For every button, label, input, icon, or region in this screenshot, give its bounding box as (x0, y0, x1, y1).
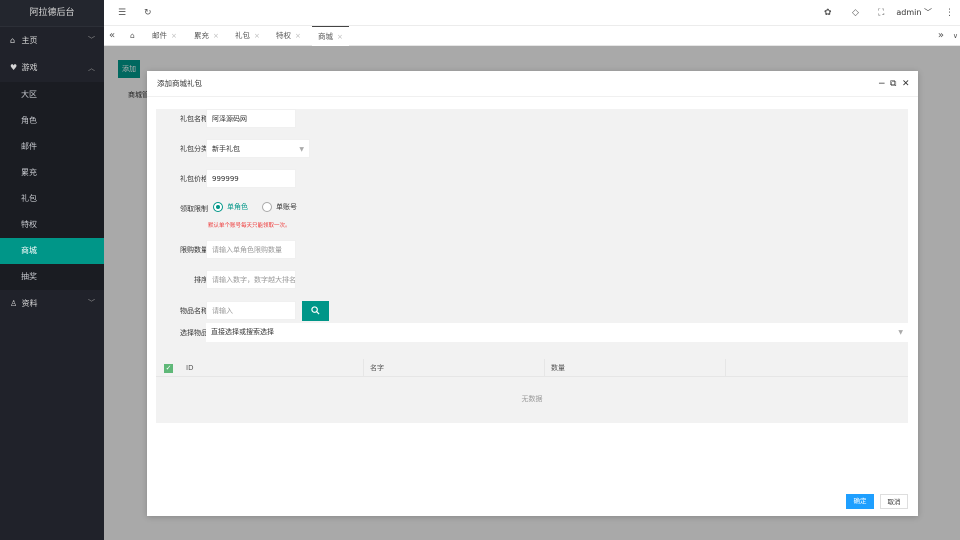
table-body: 无数据 (156, 377, 908, 422)
sidebar-item-gift[interactable]: 礼包 (0, 186, 104, 212)
search-button[interactable] (302, 301, 329, 321)
user-name: admin (896, 8, 922, 17)
nav-group-profile[interactable]: ♙ 资料 ﹀ (0, 290, 104, 317)
refresh-icon[interactable]: ↻ (144, 0, 152, 26)
gift-category-label: 礼包分类 (180, 145, 208, 153)
purchase-limit-label: 限购数量 (180, 246, 208, 254)
chevron-down-icon: ﹀ (924, 8, 932, 17)
maximize-icon[interactable]: ⧉ (890, 71, 896, 97)
nav-group-label: 资料 (21, 299, 38, 308)
column-extra (725, 359, 908, 377)
sidebar-item-recharge[interactable]: 累充 (0, 160, 104, 186)
nav-sub-game: 大区 角色 邮件 累充 礼包 特权 商城 抽奖 (0, 82, 104, 290)
radio-single-character[interactable]: 单角色 (213, 201, 248, 213)
item-select[interactable]: 直接选择或搜索选择 ▼ (206, 323, 908, 342)
tab-mail[interactable]: 邮件 × (152, 26, 177, 46)
table-header: ✓ ID 名字 数量 (156, 359, 908, 377)
sidebar-item-region[interactable]: 大区 (0, 82, 104, 108)
radio-label: 单账号 (276, 203, 297, 211)
gift-category-select[interactable]: 新手礼包 ▼ (206, 139, 310, 158)
tab-label: 礼包 (235, 31, 250, 40)
chevron-up-icon: ︿ (88, 64, 95, 72)
gift-price-input[interactable]: 999999 (206, 169, 296, 188)
nav-group-label: 主页 (21, 36, 38, 45)
chevron-down-icon: ﹀ (88, 36, 95, 44)
column-quantity: 数量 (544, 359, 725, 377)
tab-label: 商城 (318, 32, 333, 41)
close-icon[interactable]: × (171, 32, 177, 40)
item-select-label: 选择物品 (180, 329, 208, 337)
modal-title: 添加商城礼包 (157, 79, 202, 88)
minimize-icon[interactable]: − (878, 71, 886, 97)
radio-label: 单角色 (227, 203, 248, 211)
caret-down-icon: ▼ (898, 329, 903, 336)
claim-limit-label: 领取限制 (180, 205, 208, 213)
nav-group-home[interactable]: ⌂ 主页 ﹀ (0, 27, 104, 54)
modal-header: 添加商城礼包 − ⧉ ✕ (147, 71, 918, 97)
close-icon[interactable]: × (254, 32, 260, 40)
close-icon[interactable]: × (213, 32, 219, 40)
tag-icon[interactable]: ◇ (852, 0, 859, 26)
tab-label: 特权 (276, 31, 291, 40)
sidebar-item-privilege[interactable]: 特权 (0, 212, 104, 238)
nav-group-label: 游戏 (21, 63, 38, 72)
fullscreen-icon[interactable]: ⛶ (878, 0, 884, 26)
more-icon[interactable]: ⋮ (945, 0, 954, 26)
tab-gift[interactable]: 礼包 × (235, 26, 260, 46)
gift-name-input[interactable]: 阿泽源码网 (206, 109, 296, 128)
cancel-button[interactable]: 取消 (880, 494, 908, 509)
sidebar-item-character[interactable]: 角色 (0, 108, 104, 134)
table-empty-text: 无数据 (521, 395, 543, 403)
sidebar-item-mail[interactable]: 邮件 (0, 134, 104, 160)
close-icon[interactable]: × (295, 32, 301, 40)
chevron-down-icon: ﹀ (88, 299, 95, 307)
tabs-options-icon[interactable]: ∨ (953, 26, 958, 46)
item-select-value: 直接选择或搜索选择 (211, 328, 274, 336)
claim-limit-hint: 默认单个账号每天只能领取一次。 (208, 223, 291, 229)
tab-privilege[interactable]: 特权 × (276, 26, 301, 46)
menu-toggle-icon[interactable]: ☰ (118, 0, 126, 26)
tab-label: 邮件 (152, 31, 167, 40)
confirm-button[interactable]: 确定 (846, 494, 874, 509)
sidebar-item-lottery[interactable]: 抽奖 (0, 264, 104, 290)
close-icon[interactable]: ✕ (902, 71, 910, 97)
tab-shop[interactable]: 商城 × (312, 26, 349, 46)
add-gift-modal: 添加商城礼包 − ⧉ ✕ 礼包名称 阿泽源码网 礼包分类 新手礼包 ▼ 礼包价格 … (147, 71, 918, 516)
caret-down-icon: ▼ (299, 146, 304, 153)
gift-name-label: 礼包名称 (180, 115, 208, 123)
user-icon: ♙ (10, 299, 18, 308)
sidebar: 阿拉德后台 ⌂ 主页 ﹀ ♥ 游戏 ︿ 大区 角色 邮件 累充 礼包 特权 商城… (0, 0, 104, 540)
tab-label: 累充 (194, 31, 209, 40)
radio-single-account[interactable]: 单账号 (262, 201, 297, 213)
purchase-limit-input[interactable]: 请输入单角色限购数量 (206, 240, 296, 259)
sort-input[interactable]: 请输入数字，数字越大排名越 (206, 270, 296, 289)
item-name-label: 物品名称 (180, 307, 208, 315)
theme-icon[interactable]: ✿ (824, 0, 832, 26)
column-id: ID (186, 364, 194, 372)
radio-circle (213, 202, 223, 212)
gift-price-label: 礼包价格 (180, 175, 208, 183)
tab-home[interactable]: ⌂ (130, 26, 135, 46)
radio-circle (262, 202, 272, 212)
home-icon: ⌂ (10, 36, 16, 45)
item-name-input[interactable]: 请输入 (206, 301, 296, 320)
tabs-prev-icon[interactable]: « (109, 26, 115, 46)
nav-group-game[interactable]: ♥ 游戏 ︿ (0, 54, 104, 82)
sort-label: 排序 (194, 276, 208, 284)
sidebar-item-shop[interactable]: 商城 (0, 238, 104, 264)
tab-bar: « ⌂ 邮件 × 累充 × 礼包 × 特权 × 商城 × » ∨ (104, 26, 960, 46)
game-icon: ♥ (10, 63, 18, 72)
close-icon[interactable]: × (337, 33, 343, 41)
home-icon: ⌂ (130, 31, 135, 40)
select-all-checkbox[interactable]: ✓ (164, 364, 173, 373)
search-icon (311, 306, 320, 315)
top-header: ☰ ↻ ✿ ◇ ⛶ admin ﹀ ⋮ (104, 0, 960, 26)
tabs-next-icon[interactable]: » (938, 26, 944, 46)
column-name: 名字 (363, 359, 544, 377)
gift-category-value: 新手礼包 (212, 145, 240, 153)
tab-recharge[interactable]: 累充 × (194, 26, 219, 46)
brand-title: 阿拉德后台 (0, 0, 104, 27)
user-menu[interactable]: admin ﹀ (896, 0, 932, 26)
